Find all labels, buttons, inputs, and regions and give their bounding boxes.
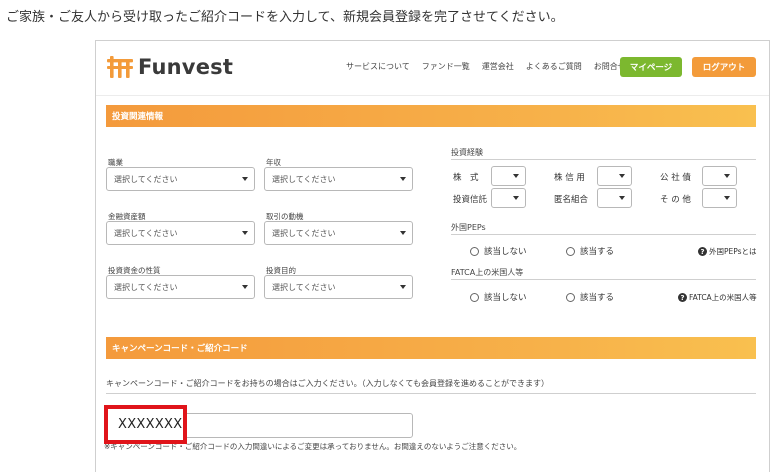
fatca-help-label: FATCA上の米国人等 bbox=[689, 293, 757, 302]
exp-other-label: そ の 他 bbox=[660, 195, 691, 205]
mypage-button[interactable]: マイページ bbox=[620, 57, 682, 77]
exp-margin-label: 株 信 用 bbox=[554, 173, 585, 183]
radio-circle-icon bbox=[566, 246, 575, 256]
peps-divider bbox=[451, 234, 756, 235]
instruction-caption: ご家族・ご友人から受け取ったご紹介コードを入力して、新規会員登録を完了させてくだ… bbox=[6, 10, 564, 25]
chevron-down-icon bbox=[242, 177, 248, 181]
income-value: 選択してください bbox=[272, 174, 336, 184]
nav-funds[interactable]: ファンド一覧 bbox=[422, 61, 470, 72]
campaign-section-header: キャンペーンコード・ご紹介コード bbox=[106, 337, 756, 359]
referral-code-value: XXXXXXX bbox=[118, 417, 183, 432]
campaign-divider bbox=[106, 393, 756, 394]
signup-form-screenshot: Funvest サービスについて ファンド一覧 運営会社 よくあるご質問 お問合… bbox=[95, 40, 770, 472]
chevron-down-icon bbox=[400, 177, 406, 181]
nav-faq[interactable]: よくあるご質問 bbox=[526, 61, 582, 72]
radio-circle-icon bbox=[470, 246, 479, 256]
funvest-logo[interactable]: Funvest bbox=[106, 53, 233, 81]
fatca-help-link[interactable]: ? FATCA上の米国人等 bbox=[678, 292, 757, 303]
investment-section-header: 投資関連情報 bbox=[106, 105, 756, 127]
nav-service[interactable]: サービスについて bbox=[346, 61, 410, 72]
peps-help-link[interactable]: ? 外国PEPsとは bbox=[698, 246, 757, 257]
peps-yes-radio[interactable]: 該当する bbox=[566, 245, 614, 257]
purpose-select[interactable]: 選択してください bbox=[264, 275, 413, 299]
fatca-title: FATCA上の米国人等 bbox=[451, 268, 524, 277]
peps-no-radio[interactable]: 該当しない bbox=[470, 245, 527, 257]
exp-stock-select[interactable] bbox=[491, 166, 526, 186]
chevron-down-icon bbox=[400, 231, 406, 235]
chevron-down-icon bbox=[242, 231, 248, 235]
fund-nature-select[interactable]: 選択してください bbox=[106, 275, 255, 299]
exp-fund-select[interactable] bbox=[491, 188, 526, 208]
fatca-divider bbox=[451, 279, 756, 280]
radio-circle-icon bbox=[566, 292, 575, 302]
assets-select[interactable]: 選択してください bbox=[106, 221, 255, 245]
purpose-value: 選択してください bbox=[272, 282, 336, 292]
chevron-down-icon bbox=[619, 174, 625, 178]
nav-company[interactable]: 運営会社 bbox=[482, 61, 514, 72]
code-highlight-box: XXXXXXX bbox=[104, 405, 187, 444]
fatca-yes-radio[interactable]: 該当する bbox=[566, 291, 614, 303]
fatca-yes-label: 該当する bbox=[580, 293, 615, 303]
question-circle-icon: ? bbox=[698, 247, 707, 256]
chevron-down-icon bbox=[724, 174, 730, 178]
income-select[interactable]: 選択してください bbox=[264, 167, 413, 191]
peps-no-label: 該当しない bbox=[484, 247, 527, 257]
peps-title: 外国PEPs bbox=[451, 223, 486, 232]
experience-divider bbox=[451, 159, 756, 160]
chevron-down-icon bbox=[619, 196, 625, 200]
chevron-down-icon bbox=[513, 196, 519, 200]
fatca-no-radio[interactable]: 該当しない bbox=[470, 291, 527, 303]
occupation-select[interactable]: 選択してください bbox=[106, 167, 255, 191]
exp-anon-label: 匿名組合 bbox=[554, 195, 589, 205]
fund-nature-value: 選択してください bbox=[114, 282, 178, 292]
logout-button[interactable]: ログアウト bbox=[692, 57, 756, 77]
logo-text: Funvest bbox=[138, 55, 234, 79]
motive-select[interactable]: 選択してください bbox=[264, 221, 413, 245]
experience-title: 投資経験 bbox=[451, 148, 483, 157]
fatca-no-label: 該当しない bbox=[484, 293, 527, 303]
exp-anon-select[interactable] bbox=[597, 188, 632, 208]
exp-bond-select[interactable] bbox=[702, 166, 737, 186]
exp-fund-label: 投資信託 bbox=[453, 195, 488, 205]
exp-stock-label: 株 式 bbox=[453, 173, 479, 183]
radio-circle-icon bbox=[470, 292, 479, 302]
logo-mark-icon bbox=[107, 56, 133, 78]
exp-bond-label: 公 社 債 bbox=[660, 173, 691, 183]
chevron-down-icon bbox=[724, 196, 730, 200]
peps-help-label: 外国PEPsとは bbox=[709, 247, 757, 256]
occupation-value: 選択してください bbox=[114, 174, 178, 184]
exp-other-select[interactable] bbox=[702, 188, 737, 208]
question-circle-icon: ? bbox=[678, 293, 687, 302]
assets-value: 選択してください bbox=[114, 228, 178, 238]
chevron-down-icon bbox=[513, 174, 519, 178]
chevron-down-icon bbox=[400, 285, 406, 289]
peps-yes-label: 該当する bbox=[580, 247, 615, 257]
site-header: Funvest サービスについて ファンド一覧 運営会社 よくあるご質問 お問合… bbox=[96, 41, 769, 96]
motive-value: 選択してください bbox=[272, 228, 336, 238]
campaign-description: キャンペーンコード・ご紹介コードをお持ちの場合はご入力ください。（入力しなくても… bbox=[106, 379, 549, 388]
global-nav: サービスについて ファンド一覧 運営会社 よくあるご質問 お問合せ bbox=[346, 61, 626, 72]
chevron-down-icon bbox=[242, 285, 248, 289]
exp-margin-select[interactable] bbox=[597, 166, 632, 186]
